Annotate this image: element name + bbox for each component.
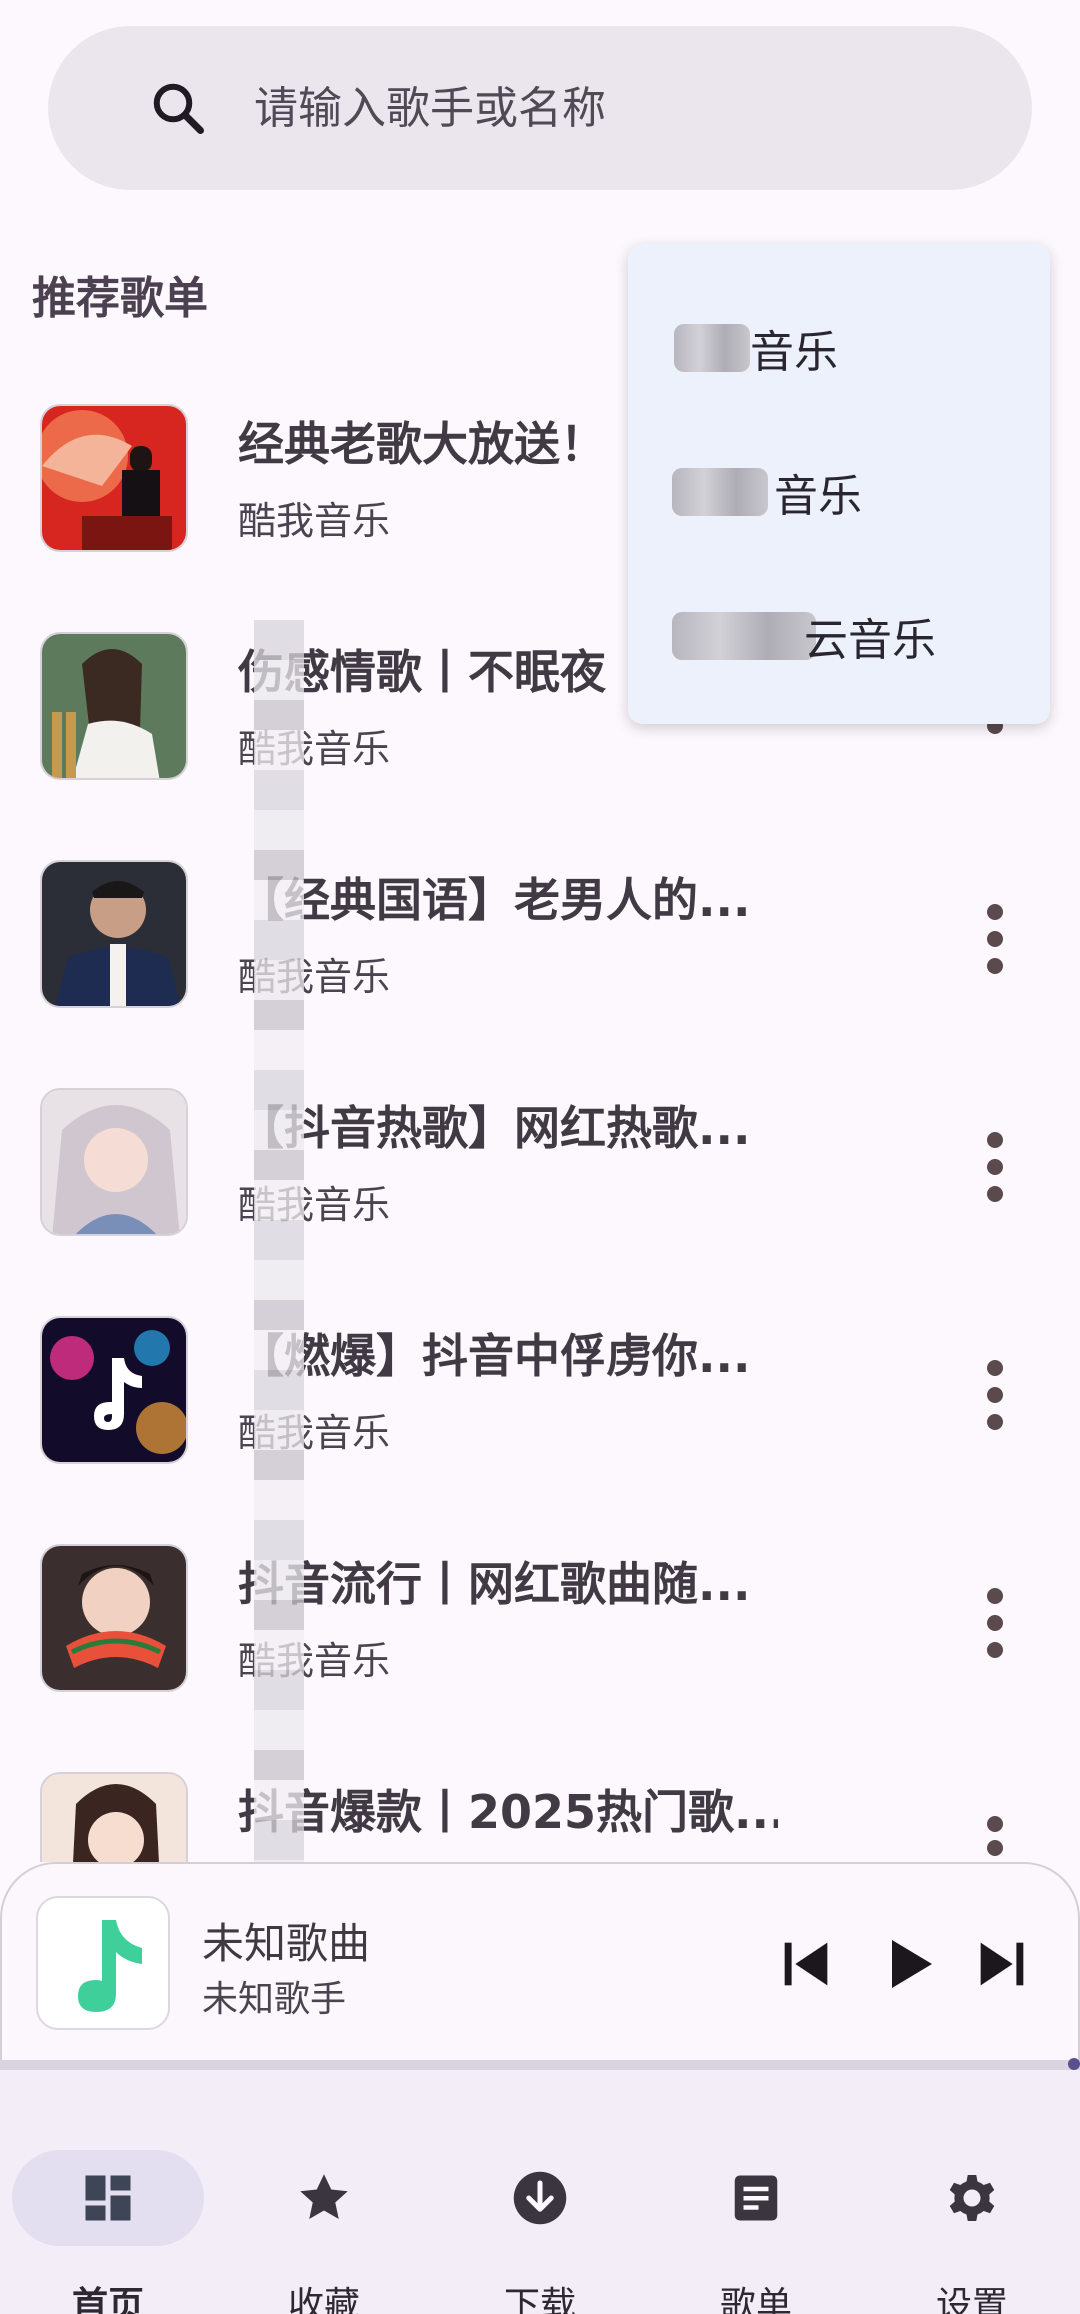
playlist-cover [40,1772,188,1862]
nav-item-home[interactable]: 首页 [0,2110,216,2314]
more-dot-icon [987,1615,1003,1631]
playlist-icon [734,2175,778,2221]
nav-label-settings: 设置 [935,2285,1008,2314]
player-cover [36,1896,170,2030]
playlist-item[interactable]: 抖音流行丨网红歌曲随... 酷我音乐 [0,1544,1080,1772]
gear-icon [949,2175,995,2221]
nav-item-playlist[interactable]: 歌单 [648,2110,864,2314]
playlist-item[interactable]: 【抖音热歌】网红热歌... 酷我音乐 [0,1088,1080,1316]
nav-item-download[interactable]: 下载 [432,2110,648,2314]
playlist-source: 酷我音乐 [238,1639,391,1683]
player-song-title: 未知歌曲 [202,1919,371,1968]
nav-item-settings[interactable]: 设置 [864,2110,1080,2314]
search-input[interactable] [254,68,974,148]
more-dot-icon [987,1360,1003,1376]
redaction-blur [674,324,750,372]
playlist-source: 酷我音乐 [238,1183,391,1227]
more-dot-icon [987,904,1003,920]
menu-item-label: 音乐 [774,471,862,522]
nav-label-favorites: 收藏 [287,2285,360,2314]
menu-item-label: 云音乐 [804,615,936,666]
search-icon[interactable] [148,78,208,138]
playlist-source: 酷我音乐 [238,727,391,771]
more-options-button[interactable] [980,1816,1010,1856]
section-title: 推荐歌单 [32,273,208,324]
nav-label-download: 下载 [503,2285,576,2314]
playlist-title: 【燃爆】抖音中俘虏你... [238,1329,751,1383]
source-dropdown-menu: 音乐 音乐 云音乐 [628,244,1050,724]
playlist-source: 酷我音乐 [238,499,391,543]
play-icon[interactable] [876,1932,940,1996]
playlist-cover [40,860,188,1008]
more-dot-icon [987,1588,1003,1604]
playlist-source: 酷我音乐 [238,955,391,999]
progress-thumb[interactable] [1068,2058,1080,2070]
menu-item-source-2[interactable]: 音乐 [628,420,1050,560]
more-options-button[interactable] [980,1132,1010,1202]
more-dot-icon [987,1414,1003,1430]
playlist-item[interactable]: 【经典国语】老男人的... 酷我音乐 [0,860,1080,1088]
search-bar[interactable] [48,26,1032,190]
music-note-icon [78,1920,142,2012]
more-options-button[interactable] [980,904,1010,974]
player-artist: 未知歌手 [202,1979,347,2020]
bottom-navigation: 首页 收藏 下载 歌单 设置 [0,2070,1080,2314]
playlist-source: 酷我音乐 [238,1411,391,1455]
playlist-title: 抖音爆款丨2025热门歌... [238,1785,778,1839]
redaction-blur [672,612,816,660]
menu-item-source-1[interactable]: 音乐 [628,276,1050,416]
playlist-cover [40,404,188,552]
playlist-cover [40,1316,188,1464]
skip-next-icon[interactable] [970,1932,1034,1996]
nav-label-playlist: 歌单 [719,2285,792,2314]
more-options-button[interactable] [980,1588,1010,1658]
star-icon [300,2174,348,2219]
more-options-button[interactable] [980,1360,1010,1430]
playlist-item[interactable]: 抖音爆款丨2025热门歌... [0,1772,1080,1862]
playlist-cover [40,1544,188,1692]
download-icon [513,2171,567,2225]
playlist-title: 【抖音热歌】网红热歌... [238,1101,751,1155]
more-dot-icon [987,1132,1003,1148]
redaction-blur [672,468,768,516]
mini-player[interactable]: 未知歌曲 未知歌手 [0,1862,1080,2062]
more-dot-icon [987,1642,1003,1658]
playlist-item[interactable]: 【燃爆】抖音中俘虏你... 酷我音乐 [0,1316,1080,1544]
more-dot-icon [987,1840,1003,1856]
more-dot-icon [987,958,1003,974]
playback-progress-bar[interactable] [0,2060,1080,2070]
more-dot-icon [987,1159,1003,1175]
nav-label-home: 首页 [71,2285,144,2314]
more-dot-icon [987,1816,1003,1832]
nav-item-favorites[interactable]: 收藏 [216,2110,432,2314]
home-dashboard-icon [85,2175,131,2221]
menu-item-source-3[interactable]: 云音乐 [628,564,1050,704]
more-dot-icon [987,1387,1003,1403]
playlist-cover [40,632,188,780]
more-dot-icon [987,931,1003,947]
playlist-title: 【经典国语】老男人的... [238,873,751,927]
menu-item-label: 音乐 [750,327,838,378]
playlist-title: 抖音流行丨网红歌曲随... [238,1557,751,1611]
more-dot-icon [987,1186,1003,1202]
playlist-cover [40,1088,188,1236]
skip-previous-icon[interactable] [774,1932,838,1996]
